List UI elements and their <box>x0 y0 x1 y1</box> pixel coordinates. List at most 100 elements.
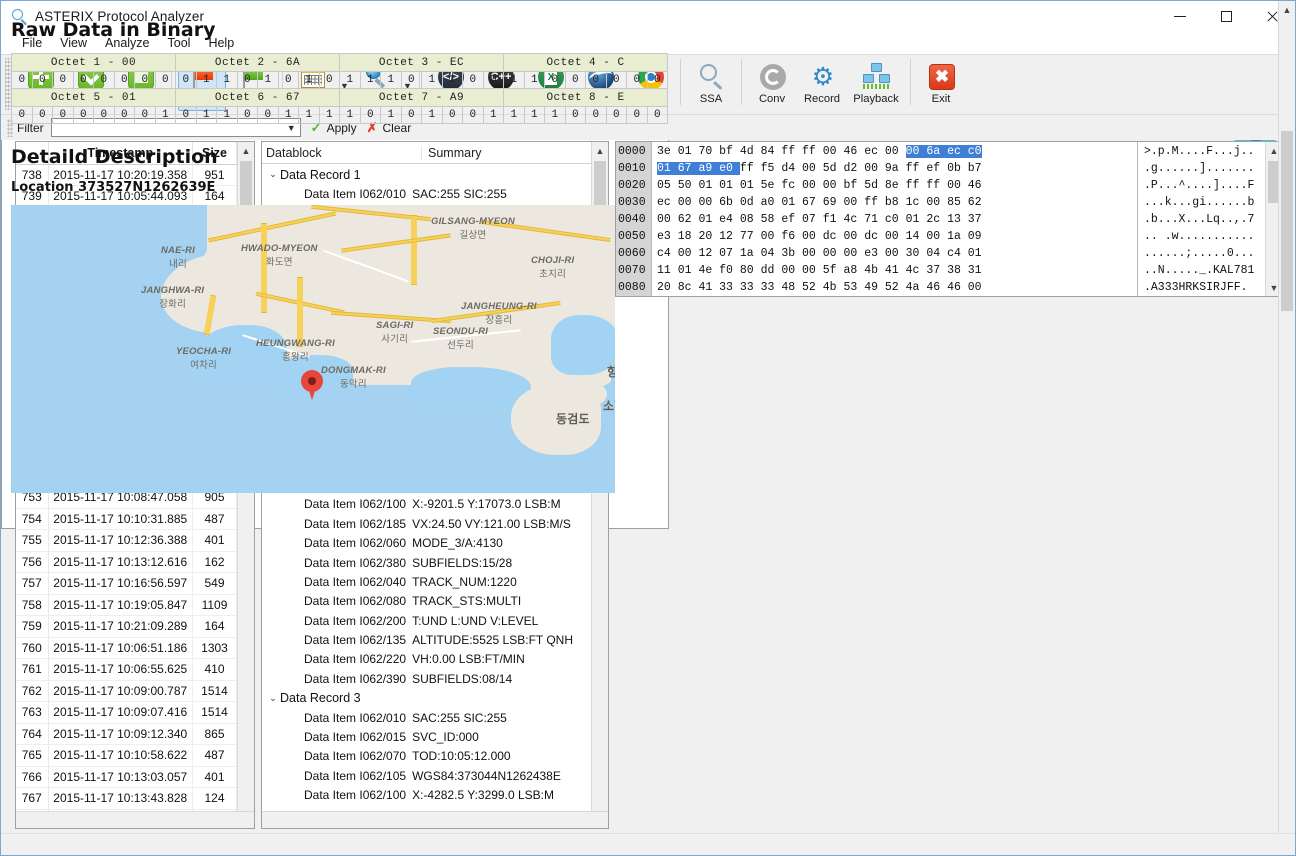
map-label-en: 항 <box>607 365 615 379</box>
octet-bit: 1 <box>421 71 443 89</box>
map-label-kr: 장흥리 <box>485 315 513 326</box>
octet-label: Octet 5 - 01 <box>11 88 176 107</box>
map-label-kr: 내리 <box>169 259 187 270</box>
octet-bits-row: 00000000011010101110110011000000 <box>11 71 668 89</box>
location-label: Location 373527N1262639E <box>11 180 216 195</box>
map-label: 항 <box>607 363 615 380</box>
octet-bit: 0 <box>544 71 566 89</box>
status-bar <box>1 833 1295 855</box>
map-label: GILSANG-MYEON 길상면 <box>431 216 515 241</box>
app-window: ASTERIX Protocol Analyzer File View Anal… <box>0 0 1296 856</box>
octet-bit: 0 <box>441 106 463 124</box>
octet-bit: 1 <box>482 106 504 124</box>
octet-bit: 0 <box>626 71 648 89</box>
octet-bit: 0 <box>585 106 607 124</box>
octet-bit: 0 <box>482 71 504 89</box>
octet-bit: 1 <box>216 106 238 124</box>
map-label-en: HEUNGWANG-RI <box>256 338 335 349</box>
octet-label: Octet 2 - 6A <box>175 53 340 72</box>
map-label: SEONDU-RI 선두리 <box>433 326 488 351</box>
octet-bit: 0 <box>605 106 627 124</box>
octet-bit: 1 <box>195 106 217 124</box>
octet-bit: 0 <box>93 106 115 124</box>
map-label: 동검도 <box>556 410 590 427</box>
octet-bit: 0 <box>646 106 668 124</box>
map-label-kr: 동막리 <box>339 379 367 390</box>
binary-octet-table: Octet 1 - 00 Octet 2 - 6A Octet 3 - EC Octe… <box>11 53 668 124</box>
octet-bit: 0 <box>236 71 258 89</box>
octet-bit: 1 <box>503 106 525 124</box>
octet-bit: 1 <box>421 106 443 124</box>
detail-content-inner: Raw Data in Binary Octet 1 - 00 Octet 2 -… <box>1 1 1278 838</box>
map-label: DONGMAK-RI 동막리 <box>321 365 386 390</box>
octet-bits-row: 00000001011001111010100111100000 <box>11 106 668 124</box>
map-label-kr: 장화리 <box>159 299 187 310</box>
octet-bit: 1 <box>339 106 361 124</box>
octet-bit: 0 <box>400 106 422 124</box>
octet-bit: 0 <box>564 71 586 89</box>
octet-bit: 0 <box>52 106 74 124</box>
detail-description-title: Detaild Description <box>11 146 218 168</box>
map-label-kr: 흥왕리 <box>282 352 309 363</box>
octet-bit: 0 <box>134 106 156 124</box>
map-label-en: JANGHEUNG-RI <box>461 301 537 312</box>
map-location-pin[interactable] <box>301 370 323 400</box>
map-label: HWADO-MYEON 화도면 <box>241 243 318 268</box>
raw-binary-title: Raw Data in Binary <box>11 19 216 41</box>
octet-bit: 0 <box>605 71 627 89</box>
octet-bit: 0 <box>359 106 381 124</box>
octet-bit: 0 <box>11 71 33 89</box>
octet-bit: 0 <box>585 71 607 89</box>
octet-label: Octet 6 - 67 <box>175 88 340 107</box>
map-label-kr: 사기리 <box>381 334 409 345</box>
octet-label: Octet 8 - E <box>503 88 668 107</box>
octet-bit: 1 <box>523 106 545 124</box>
octet-bit: 0 <box>72 71 94 89</box>
octet-bit: 1 <box>380 71 402 89</box>
map-label-kr: 화도면 <box>265 257 293 268</box>
map-label-en: 소함 <box>603 399 615 413</box>
octet-bit: 0 <box>113 71 135 89</box>
octet-header-row: Octet 5 - 01 Octet 6 - 67 Octet 7 - A9 Octe… <box>11 88 668 107</box>
octet-bit: 1 <box>154 106 176 124</box>
map-label-en: SAGI-RI <box>376 320 414 331</box>
octet-bit: 1 <box>339 71 361 89</box>
octet-bit: 0 <box>277 71 299 89</box>
map-label: 소함 <box>603 397 615 414</box>
octet-bit: 1 <box>503 71 525 89</box>
octet-bit: 0 <box>72 106 94 124</box>
octet-bit: 0 <box>400 71 422 89</box>
octet-bit: 0 <box>175 106 197 124</box>
map-label-en: JANGHWA-RI <box>141 285 205 296</box>
octet-bit: 0 <box>154 71 176 89</box>
octet-label: Octet 1 - 00 <box>11 53 176 72</box>
octet-bit: 0 <box>31 71 53 89</box>
octet-bit: 1 <box>359 71 381 89</box>
map-label-kr: 여차리 <box>190 360 217 371</box>
octet-bit: 0 <box>236 106 258 124</box>
octet-bit: 0 <box>462 71 484 89</box>
octet-bit: 0 <box>52 71 74 89</box>
octet-bit: 0 <box>626 106 648 124</box>
map-label-en: DONGMAK-RI <box>321 365 386 376</box>
map-label-en: SEONDU-RI <box>433 326 489 337</box>
location-map[interactable]: NAE-RI 내리 HWADO-MYEON 화도면 JANGHWA-RI 장화리 YEOCH… <box>11 205 615 493</box>
octet-bit: 0 <box>646 71 668 89</box>
octet-label: Octet 3 - EC <box>339 53 504 72</box>
map-label-kr: 선두리 <box>447 340 474 351</box>
map-label-en: HWADO-MYEON <box>241 243 318 254</box>
octet-bit: 1 <box>441 71 463 89</box>
octet-bit: 0 <box>93 71 115 89</box>
octet-bit: 0 <box>113 106 135 124</box>
map-label-en: CHOJI-RI <box>531 255 575 266</box>
map-label-kr: 길상면 <box>459 230 487 241</box>
octet-bit: 0 <box>318 71 340 89</box>
octet-bit: 0 <box>31 106 53 124</box>
octet-bit: 1 <box>277 106 299 124</box>
octet-bit: 1 <box>195 71 217 89</box>
map-label: JANGHWA-RI 장화리 <box>141 285 204 310</box>
map-label-en: NAE-RI <box>161 245 195 256</box>
map-label-kr: 초지리 <box>539 269 567 280</box>
map-label: CHOJI-RI 초지리 <box>531 255 574 280</box>
octet-bit: 0 <box>564 106 586 124</box>
